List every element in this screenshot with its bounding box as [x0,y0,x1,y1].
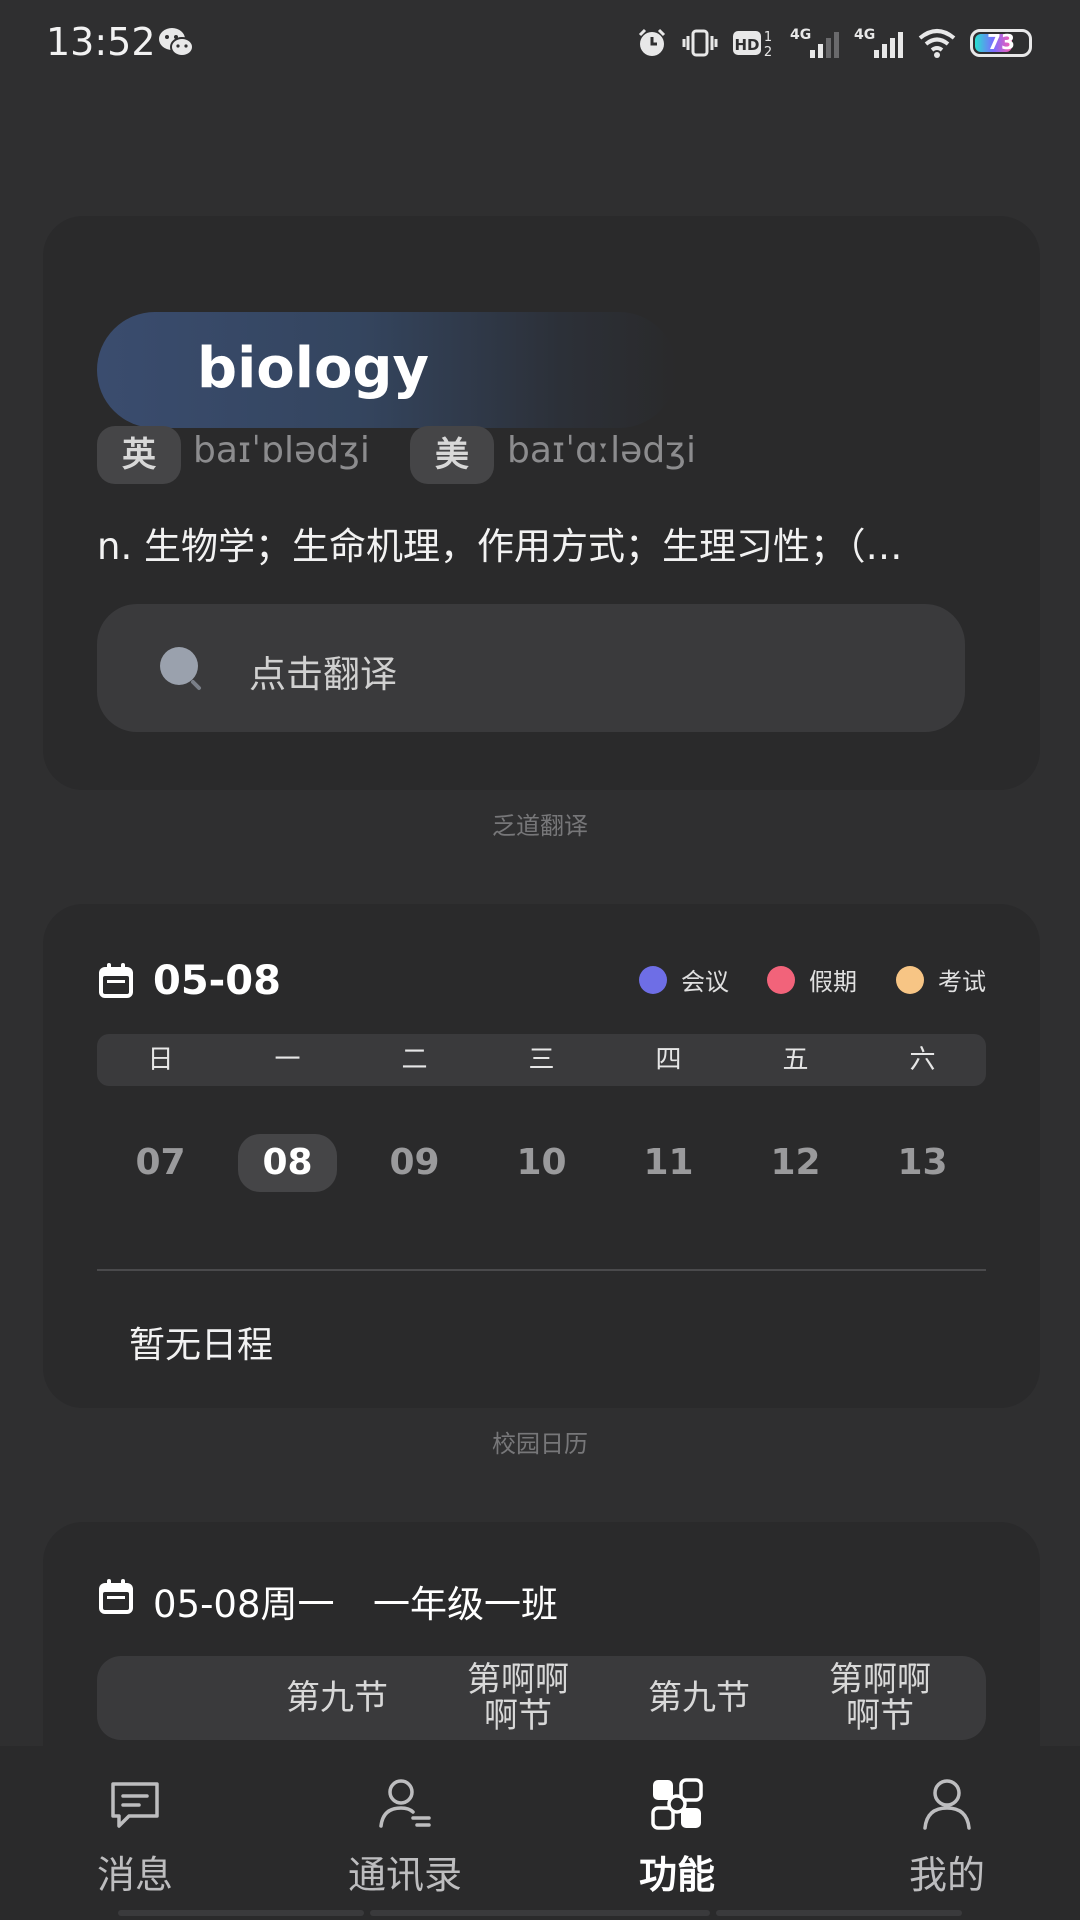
us-phonetic: baɪˈɑːlədʒi [507,430,696,471]
date-cell[interactable]: 11 [605,1134,732,1192]
battery-icon: 73 [970,29,1032,57]
status-bar: 13:52 HD 1 2 4G 4G 73 [0,0,1080,86]
uk-phonetic: baɪˈɒlədʒi [193,430,370,471]
weekday-sun: 日 [147,1045,174,1075]
weekday-thu: 四 [655,1045,682,1075]
weekday-mon: 一 [274,1045,301,1075]
word-text: biology [197,336,430,401]
nav-item-messages[interactable]: 消息 [35,1746,235,1920]
profile-icon [923,1779,971,1830]
status-time: 13:52 [46,20,156,64]
contacts-icon [379,1779,431,1828]
search-icon [160,647,201,690]
nav-label: 我的 [908,1853,985,1897]
legend-meeting: 会议 [639,962,729,997]
period-label: 第啊啊 啊节 [790,1656,970,1740]
nav-strip [118,1910,364,1916]
nav-label: 功能 [638,1853,715,1897]
legend-dot [639,965,667,994]
alarm-icon [638,28,666,56]
svg-text:1: 1 [764,30,772,45]
us-badge[interactable]: 美 [410,426,494,484]
wifi-icon [918,29,956,58]
schedule-title: 05-08周一 [153,1583,335,1626]
weekday-fri: 五 [782,1045,809,1075]
functions-icon [651,1778,703,1830]
nav-item-functions[interactable]: 功能 [577,1746,777,1920]
dates-row: 07 08 09 10 11 12 13 [97,1134,986,1192]
nav-strip [716,1910,962,1916]
nav-label: 通讯录 [347,1853,462,1897]
period-text: 第九节 [648,1678,750,1718]
date-number: 13 [897,1142,948,1183]
period-label: 第九节 [609,1656,789,1740]
period-text: 第九节 [286,1678,388,1718]
legend-label: 考试 [938,968,986,996]
bottom-nav: 消息 通讯录 功能 我的 [0,1746,1080,1920]
legend-dot [767,965,795,994]
calendar-caption: 校园日历 [492,1430,588,1458]
calendar-divider [97,1269,986,1271]
signal-4g-icon: 4G [790,27,839,58]
period-text: 第啊啊 啊节 [467,1660,569,1736]
period-label: 第九节 [247,1656,427,1740]
date-number: 08 [262,1142,313,1183]
date-cell[interactable]: 13 [859,1134,986,1192]
battery-level: 73 [987,30,1015,54]
nav-strip [370,1910,710,1916]
svg-text:2: 2 [764,45,772,59]
svg-text:4G: 4G [854,27,875,43]
date-number: 07 [135,1142,186,1183]
calendar-date: 05-08 [153,958,281,1004]
signal-4g-icon: 4G [854,27,903,58]
translate-caption: 乏道翻译 [492,812,588,840]
date-number: 09 [389,1142,440,1183]
date-number: 12 [770,1142,821,1183]
weekday-tue: 二 [401,1045,428,1075]
uk-badge[interactable]: 英 [97,426,181,484]
period-label: 第啊啊 啊节 [428,1656,608,1740]
app-screen: 13:52 HD 1 2 4G 4G 73 biology 英 baɪˈɒləd… [0,0,1080,1920]
nav-label: 消息 [96,1853,173,1897]
period-text: 第啊啊 啊节 [829,1660,931,1736]
legend-label: 会议 [681,968,729,996]
weekday-header: 日 一 二 三 四 五 六 [97,1034,986,1086]
word-definition: n. 生物学；生命机理，作用方式；生理习性；（… [97,525,903,568]
svg-text:4G: 4G [790,27,811,43]
legend-holiday: 假期 [767,962,857,997]
vibrate-icon [682,29,718,57]
nav-item-profile[interactable]: 我的 [847,1746,1047,1920]
date-cell-selected[interactable]: 08 [224,1134,351,1192]
legend-dot [896,965,924,994]
legend-exam: 考试 [896,962,986,997]
weekday-wed: 三 [528,1045,555,1075]
calendar-card: 05-08 会议 假期 考试 日 一 二 三 四 五 六 07 08 09 10 [43,904,1040,1408]
svg-text:HD: HD [734,36,759,54]
date-number: 10 [516,1142,567,1183]
hd-icon: HD 1 2 [733,30,772,59]
legend-label: 假期 [809,968,857,996]
message-icon [111,1782,159,1828]
date-cell[interactable]: 12 [732,1134,859,1192]
calendar-icon [99,1579,133,1614]
status-icons: HD 1 2 4G 4G 73 [636,22,1032,64]
weekday-sat: 六 [909,1045,936,1075]
period-header: 第九节 第啊啊 啊节 第九节 第啊啊 啊节 [97,1656,986,1740]
date-number: 11 [643,1142,694,1183]
date-cell[interactable]: 07 [97,1134,224,1192]
word-pill[interactable]: biology [97,312,677,428]
calendar-icon [99,963,133,998]
empty-schedule-text: 暂无日程 [129,1325,274,1366]
translate-search-box[interactable]: 点击翻译 [97,604,965,732]
date-cell[interactable]: 09 [351,1134,478,1192]
translate-card: biology 英 baɪˈɒlədʒi 美 baɪˈɑːlədʒi n. 生物… [43,216,1040,790]
date-cell[interactable]: 10 [478,1134,605,1192]
search-placeholder: 点击翻译 [249,653,397,696]
schedule-class-name: 一年级一班 [373,1583,558,1626]
wechat-icon [159,28,194,57]
nav-item-contacts[interactable]: 通讯录 [305,1746,505,1920]
